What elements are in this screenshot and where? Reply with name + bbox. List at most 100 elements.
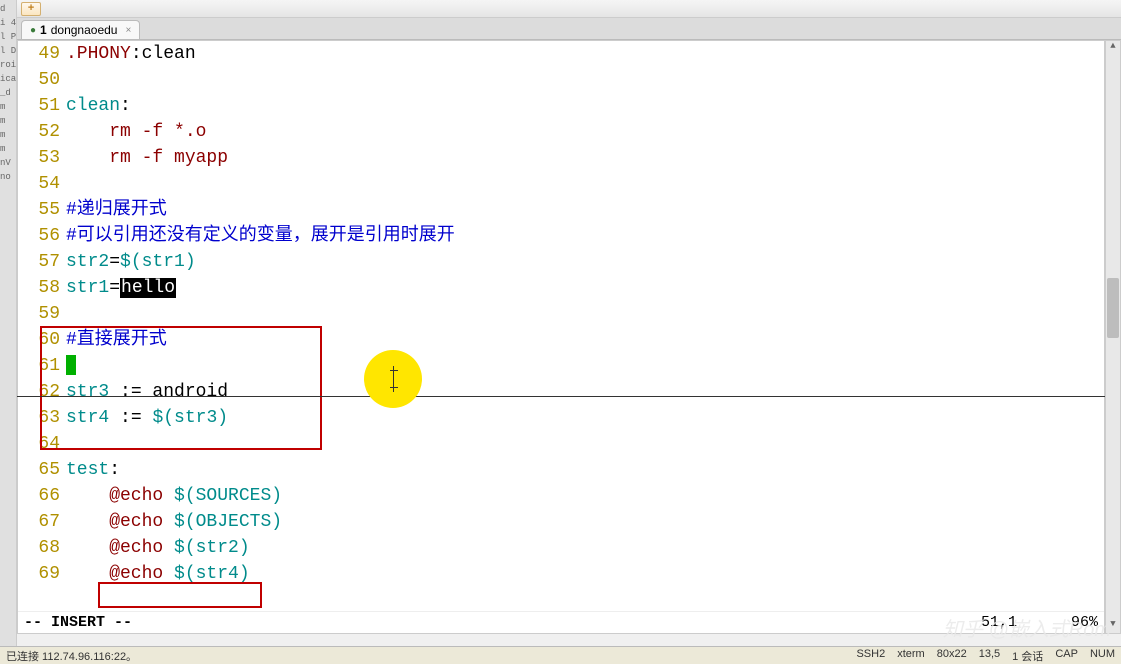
sidebar-fragment: _d xyxy=(0,88,16,98)
rows-info: 13,5 xyxy=(979,648,1000,664)
code-line[interactable] xyxy=(66,431,1104,457)
code-token: hello xyxy=(120,278,176,298)
tab-dongnaoedu[interactable]: ● 1 dongnaoedu × xyxy=(21,20,140,39)
code-line[interactable] xyxy=(66,171,1104,197)
line-number: 53 xyxy=(18,145,60,171)
sidebar-fragment: l P xyxy=(0,32,16,42)
tab-bar: ● 1 dongnaoedu × xyxy=(17,18,1121,40)
code-token: #直接展开式 xyxy=(66,330,167,350)
line-number: 57 xyxy=(18,249,60,275)
code-line[interactable]: test: xyxy=(66,457,1104,483)
code-line[interactable]: rm -f *.o xyxy=(66,119,1104,145)
line-number: 50 xyxy=(18,67,60,93)
status-bar: 已连接 112.74.96.116:22。 SSH2 xterm 80x22 1… xyxy=(0,646,1121,664)
insert-cursor xyxy=(66,355,76,375)
sidebar-fragment: d xyxy=(0,4,16,14)
cursor-position: 51,1 xyxy=(981,614,1017,631)
toolbar: + xyxy=(17,0,1121,18)
line-number: 54 xyxy=(18,171,60,197)
line-number: 60 xyxy=(18,327,60,353)
scroll-percent: 96% xyxy=(1071,614,1098,631)
code-line[interactable]: #直接展开式 xyxy=(66,327,1104,353)
code-line[interactable]: str3 := android xyxy=(66,379,1104,405)
code-line[interactable]: @echo $(OBJECTS) xyxy=(66,509,1104,535)
code-content[interactable]: .PHONY:cleanclean: rm -f *.o rm -f myapp… xyxy=(66,41,1104,611)
sidebar-fragment: m xyxy=(0,102,16,112)
editor-area[interactable]: 4950515253545556575859606162636465666768… xyxy=(17,40,1105,634)
code-token: @echo xyxy=(66,512,174,532)
code-token: str2 xyxy=(66,252,109,272)
code-line[interactable] xyxy=(66,353,1104,379)
horizontal-rule xyxy=(17,396,1105,397)
code-line[interactable]: #递归展开式 xyxy=(66,197,1104,223)
tab-close-icon[interactable]: × xyxy=(125,25,131,36)
line-number: 63 xyxy=(18,405,60,431)
line-number: 59 xyxy=(18,301,60,327)
line-number: 58 xyxy=(18,275,60,301)
code-token: := android xyxy=(109,382,228,402)
code-line[interactable] xyxy=(66,301,1104,327)
sidebar-fragment: no xyxy=(0,172,16,182)
sidebar-fragment: m xyxy=(0,116,16,126)
code-token: @echo xyxy=(66,564,174,584)
code-line[interactable]: str2=$(str1) xyxy=(66,249,1104,275)
add-tab-button[interactable]: + xyxy=(21,2,41,16)
vertical-scrollbar[interactable]: ▲ ▼ xyxy=(1105,40,1121,634)
code-token: $(str2) xyxy=(174,538,250,558)
terminal-size: 80x22 xyxy=(937,648,967,664)
sidebar-fragment: i 4 xyxy=(0,18,16,28)
scroll-down-arrow[interactable]: ▼ xyxy=(1106,619,1120,633)
line-number: 49 xyxy=(18,41,60,67)
tab-index: 1 xyxy=(40,23,47,37)
code-token: : xyxy=(109,460,120,480)
code-token: .PHONY xyxy=(66,44,131,64)
code-token: $(SOURCES) xyxy=(174,486,282,506)
caps-indicator: CAP xyxy=(1055,648,1078,664)
line-number: 64 xyxy=(18,431,60,457)
protocol: SSH2 xyxy=(856,648,885,664)
code-token: rm -f myapp xyxy=(66,148,228,168)
session-count: 1 会话 xyxy=(1012,648,1043,664)
line-number: 55 xyxy=(18,197,60,223)
code-token: := xyxy=(109,408,152,428)
code-line[interactable]: clean: xyxy=(66,93,1104,119)
code-line[interactable]: rm -f myapp xyxy=(66,145,1104,171)
line-number: 62 xyxy=(18,379,60,405)
code-token: :clean xyxy=(131,44,196,64)
code-token: str3 xyxy=(66,382,109,402)
connection-status: 已连接 112.74.96.116:22。 xyxy=(6,648,137,664)
code-token: str1 xyxy=(66,278,109,298)
code-token: = xyxy=(109,278,120,298)
code-token: $(str3) xyxy=(152,408,228,428)
code-token: rm -f *.o xyxy=(66,122,206,142)
sidebar-fragment: nV xyxy=(0,158,16,168)
line-number: 67 xyxy=(18,509,60,535)
left-panel: di 4l Pl Droiica_dmmmmnVno xyxy=(0,0,17,664)
line-number: 56 xyxy=(18,223,60,249)
code-line[interactable]: str4 := $(str3) xyxy=(66,405,1104,431)
line-number: 68 xyxy=(18,535,60,561)
scroll-up-arrow[interactable]: ▲ xyxy=(1106,41,1120,55)
code-line[interactable]: @echo $(SOURCES) xyxy=(66,483,1104,509)
tab-title: dongnaoedu xyxy=(51,23,118,37)
code-token: : xyxy=(120,96,131,116)
line-number-gutter: 4950515253545556575859606162636465666768… xyxy=(18,41,66,611)
code-token: @echo xyxy=(66,486,174,506)
vim-status-line: -- INSERT -- 51,1 96% xyxy=(18,611,1104,633)
code-line[interactable] xyxy=(66,67,1104,93)
code-line[interactable]: .PHONY:clean xyxy=(66,41,1104,67)
num-indicator: NUM xyxy=(1090,648,1115,664)
line-number: 51 xyxy=(18,93,60,119)
code-token: test xyxy=(66,460,109,480)
sidebar-fragment: ica xyxy=(0,74,16,84)
code-line[interactable]: #可以引用还没有定义的变量，展开是引用时展开 xyxy=(66,223,1104,249)
scroll-thumb[interactable] xyxy=(1107,278,1119,338)
code-token: $(OBJECTS) xyxy=(174,512,282,532)
code-token: #可以引用还没有定义的变量，展开是引用时展开 xyxy=(66,226,455,246)
sidebar-fragment: m xyxy=(0,130,16,140)
code-line[interactable]: @echo $(str4) xyxy=(66,561,1104,587)
code-token: clean xyxy=(66,96,120,116)
code-line[interactable]: str1=hello xyxy=(66,275,1104,301)
code-token: str4 xyxy=(66,408,109,428)
code-line[interactable]: @echo $(str2) xyxy=(66,535,1104,561)
